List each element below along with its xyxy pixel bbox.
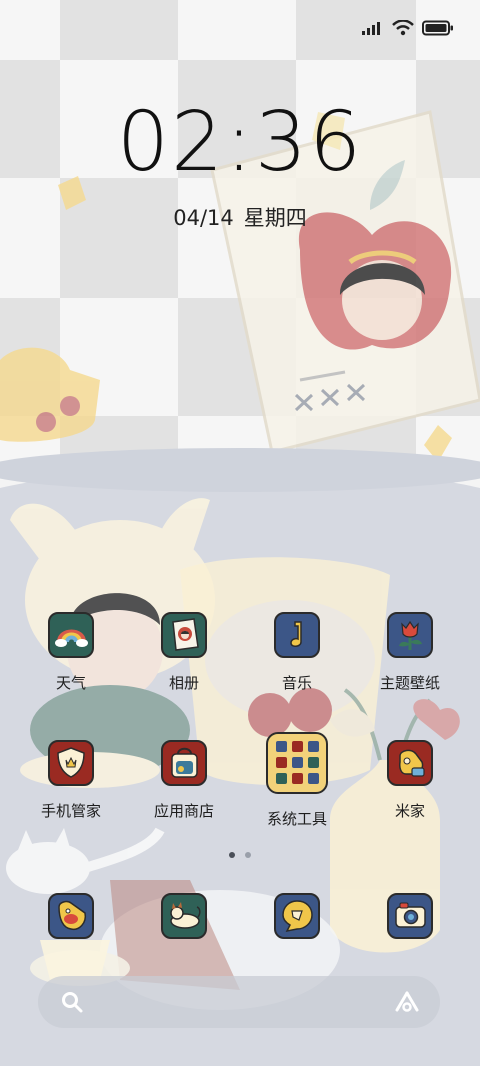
- app-tools-folder[interactable]: 系统工具: [241, 732, 353, 829]
- clock-time[interactable]: 02:36: [0, 102, 480, 184]
- dock-phone[interactable]: [15, 893, 127, 939]
- app-label: 相册: [168, 674, 199, 692]
- dock-camera[interactable]: [354, 893, 466, 939]
- search-bar[interactable]: [38, 976, 440, 1028]
- photo-card-icon: [161, 612, 207, 658]
- app-themes[interactable]: 主题壁纸: [354, 612, 466, 693]
- app-label: 主题壁纸: [379, 674, 440, 692]
- page-indicator[interactable]: [0, 852, 480, 858]
- dock-browser[interactable]: [241, 893, 353, 939]
- app-label: 系统工具: [266, 810, 327, 828]
- status-bar: [0, 0, 480, 60]
- app-appstore[interactable]: 应用商店: [128, 740, 240, 821]
- signal-icon: [362, 22, 380, 35]
- camera-icon: [387, 893, 433, 939]
- rainbow-icon: [48, 612, 94, 658]
- glove-icon: [387, 740, 433, 786]
- phone-icon: [48, 893, 94, 939]
- search-icon[interactable]: [60, 990, 84, 1014]
- weekday-text: 星期四: [243, 206, 307, 230]
- app-label: 天气: [55, 674, 86, 692]
- shield-icon: [48, 740, 94, 786]
- app-label: 应用商店: [153, 802, 214, 820]
- page-dot-2[interactable]: [245, 852, 251, 858]
- app-label: 手机管家: [40, 802, 101, 820]
- app-security[interactable]: 手机管家: [15, 740, 127, 821]
- app-label: 米家: [394, 802, 425, 820]
- app-label: 音乐: [281, 674, 312, 692]
- dock-messages[interactable]: [128, 893, 240, 939]
- chat-bubble-icon: [274, 893, 320, 939]
- tulip-icon: [387, 612, 433, 658]
- battery-icon: [422, 20, 453, 36]
- page-dot-1[interactable]: [229, 852, 235, 858]
- cat-icon: [161, 893, 207, 939]
- app-gallery[interactable]: 相册: [128, 612, 240, 693]
- shopping-bag-icon: [161, 740, 207, 786]
- folder-grid-icon: [266, 732, 328, 794]
- date-line[interactable]: 04/14 星期四: [0, 202, 480, 232]
- app-music[interactable]: 音乐: [241, 612, 353, 693]
- date-text: 04/14: [173, 206, 234, 230]
- app-mihome[interactable]: 米家: [354, 740, 466, 821]
- wifi-icon: [392, 20, 414, 36]
- music-note-icon: [274, 612, 320, 658]
- app-weather[interactable]: 天气: [15, 612, 127, 693]
- assistant-icon[interactable]: [394, 990, 420, 1014]
